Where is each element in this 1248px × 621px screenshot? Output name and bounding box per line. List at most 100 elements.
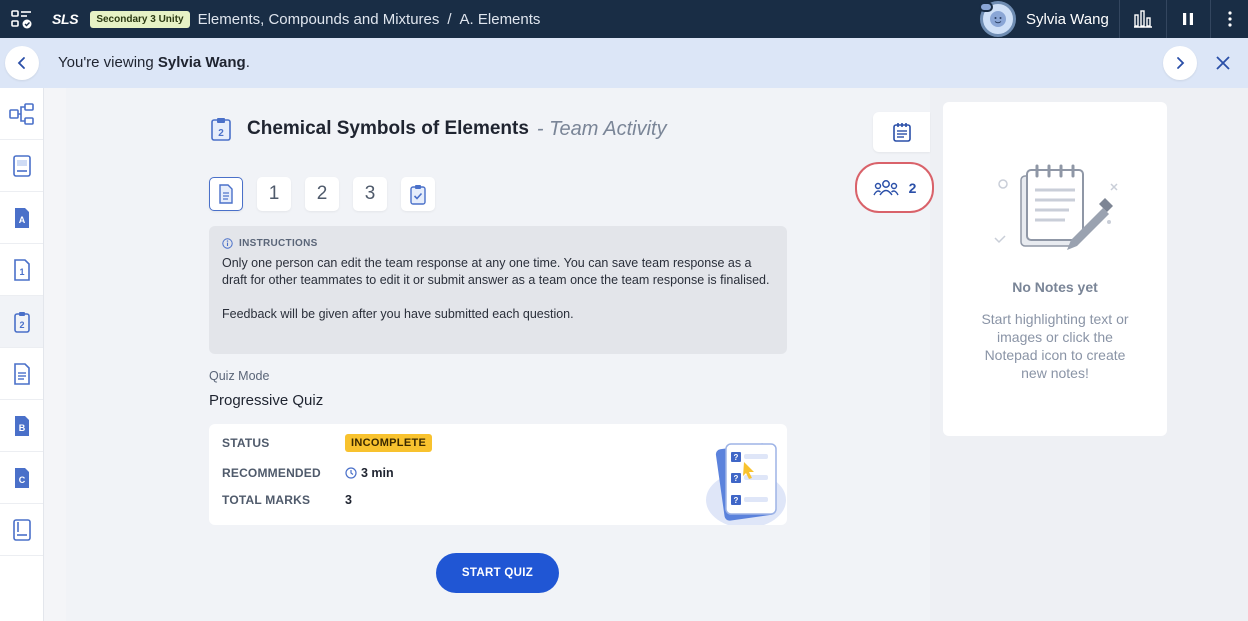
sidebar-item-2-label: 2 <box>19 320 24 330</box>
status-value: INCOMPLETE <box>345 434 433 452</box>
team-member-count: 2 <box>908 179 917 196</box>
page-a-icon: A <box>14 207 29 228</box>
chevron-left-icon <box>17 57 25 69</box>
quiz-mode-label: Quiz Mode <box>209 369 270 383</box>
notes-empty-description: Start highlighting text or images or cli… <box>981 311 1129 381</box>
clipboard-check-icon <box>410 185 426 205</box>
chevron-right-icon <box>1177 57 1185 69</box>
step-2[interactable]: 2 <box>305 177 339 211</box>
quiz-status-card: STATUS INCOMPLETE RECOMMENDED 3 min TOTA… <box>209 424 787 525</box>
viewing-prefix: You're viewing <box>58 54 154 71</box>
clock-icon <box>345 467 357 479</box>
divider <box>1210 0 1211 38</box>
step-submit[interactable] <box>401 177 435 211</box>
document-icon <box>13 362 30 385</box>
notes-panel: No Notes yet Start highlighting text or … <box>943 102 1167 436</box>
close-icon <box>1216 56 1230 70</box>
page-subtitle: - Team Activity <box>536 117 667 140</box>
instructions-paragraph: Only one person can edit the team respon… <box>222 256 770 287</box>
user-profile[interactable]: Sylvia Wang <box>979 0 1109 38</box>
sidebar-item-section-b[interactable]: B <box>0 400 43 452</box>
sls-logo[interactable]: SLS <box>52 11 79 27</box>
recommended-time: 3 min <box>361 466 394 480</box>
breadcrumb-module[interactable]: Elements, Compounds and Mixtures <box>198 11 440 28</box>
instructions-box: INSTRUCTIONS Only one person can edit th… <box>209 226 787 354</box>
more-vertical-icon[interactable] <box>1212 0 1248 38</box>
instructions-heading-text: INSTRUCTIONS <box>239 238 318 249</box>
empty-notes-illustration-icon <box>994 164 1118 250</box>
viewing-student-name: Sylvia Wang <box>157 54 246 71</box>
sidebar-item-a-label: A <box>18 215 25 225</box>
sidebar-item-b-label: B <box>18 423 25 433</box>
activity-header: 2 Chemical Symbols of Elements - Team Ac… <box>209 116 667 142</box>
main-content <box>66 88 930 621</box>
svg-text:?: ? <box>734 474 739 483</box>
start-quiz-button[interactable]: START QUIZ <box>436 553 559 593</box>
viewing-banner: You're viewing Sylvia Wang. <box>0 38 1248 88</box>
svg-text:?: ? <box>734 496 739 505</box>
sidebar-item-activity-2[interactable]: 2 <box>0 296 43 348</box>
sidebar-item-book[interactable] <box>0 140 43 192</box>
top-bar: SLS Secondary 3 Unity Elements, Compound… <box>0 0 1248 38</box>
quiz-mode-value: Progressive Quiz <box>209 392 324 409</box>
viewing-suffix: . <box>245 54 250 71</box>
quiz-illustration-icon: ? ? ? <box>706 443 786 525</box>
avatar[interactable] <box>979 1 1016 37</box>
notes-empty-title: No Notes yet <box>1012 279 1098 295</box>
viewing-text: You're viewing Sylvia Wang. <box>58 54 250 71</box>
notepad-toggle-button[interactable] <box>873 112 930 152</box>
step-1[interactable]: 1 <box>257 177 291 211</box>
class-badge: Secondary 3 Unity <box>90 10 190 28</box>
pause-icon[interactable] <box>1170 0 1206 38</box>
team-icon <box>872 179 899 195</box>
sidebar-item-1-label: 1 <box>19 267 24 277</box>
notepad-icon <box>892 123 911 142</box>
divider <box>1166 0 1167 38</box>
document-icon <box>219 184 233 204</box>
quiz-steps: 1 2 3 <box>209 177 449 211</box>
status-label: STATUS <box>222 436 270 450</box>
sidebar-item-mindmap[interactable] <box>0 88 43 140</box>
info-icon <box>222 238 233 249</box>
recommended-value: 3 min <box>345 466 394 480</box>
next-student-button[interactable] <box>1163 46 1197 80</box>
page-b-icon: B <box>14 415 29 436</box>
book-icon <box>12 154 31 177</box>
page-title: Chemical Symbols of Elements <box>247 118 529 139</box>
page-c-icon: C <box>14 467 29 488</box>
team-members-button[interactable]: 2 <box>855 162 934 213</box>
recommended-label: RECOMMENDED <box>222 466 321 480</box>
clipboard-2-icon: 2 <box>211 118 231 141</box>
sidebar-item-page-1[interactable]: 1 <box>0 244 43 296</box>
previous-student-button[interactable] <box>5 46 39 80</box>
avatar-face-icon <box>990 11 1006 27</box>
book-end-icon <box>12 518 31 541</box>
instructions-paragraph: Feedback will be given after you have su… <box>222 307 574 321</box>
step-3[interactable]: 3 <box>353 177 387 211</box>
activity-icon-label: 2 <box>218 128 224 139</box>
view-indicator-icon <box>979 2 993 12</box>
sidebar-item-document[interactable] <box>0 348 43 400</box>
sidebar-item-section-c[interactable]: C <box>0 452 43 504</box>
lesson-sidebar: A 1 2 B C <box>0 88 44 621</box>
breadcrumb-separator: / <box>447 10 452 28</box>
breadcrumb-section[interactable]: A. Elements <box>460 11 541 28</box>
close-viewing-button[interactable] <box>1210 50 1236 76</box>
monitor-icon[interactable] <box>1125 0 1161 38</box>
svg-text:?: ? <box>734 453 739 462</box>
sidebar-item-c-label: C <box>18 475 25 485</box>
menu-icon[interactable] <box>4 0 40 38</box>
sidebar-item-section-a[interactable]: A <box>0 192 43 244</box>
total-marks-label: TOTAL MARKS <box>222 493 311 507</box>
sidebar-item-book-end[interactable] <box>0 504 43 556</box>
divider <box>1119 0 1120 38</box>
mindmap-icon <box>8 102 34 125</box>
step-overview[interactable] <box>209 177 243 211</box>
user-name: Sylvia Wang <box>1026 10 1109 28</box>
page-1-icon: 1 <box>13 258 30 281</box>
instructions-heading: INSTRUCTIONS <box>222 238 774 249</box>
total-marks-value: 3 <box>345 493 352 507</box>
clipboard-2-icon: 2 <box>13 311 30 333</box>
breadcrumb: Elements, Compounds and Mixtures / A. El… <box>198 11 541 28</box>
status-badge: INCOMPLETE <box>345 434 433 452</box>
